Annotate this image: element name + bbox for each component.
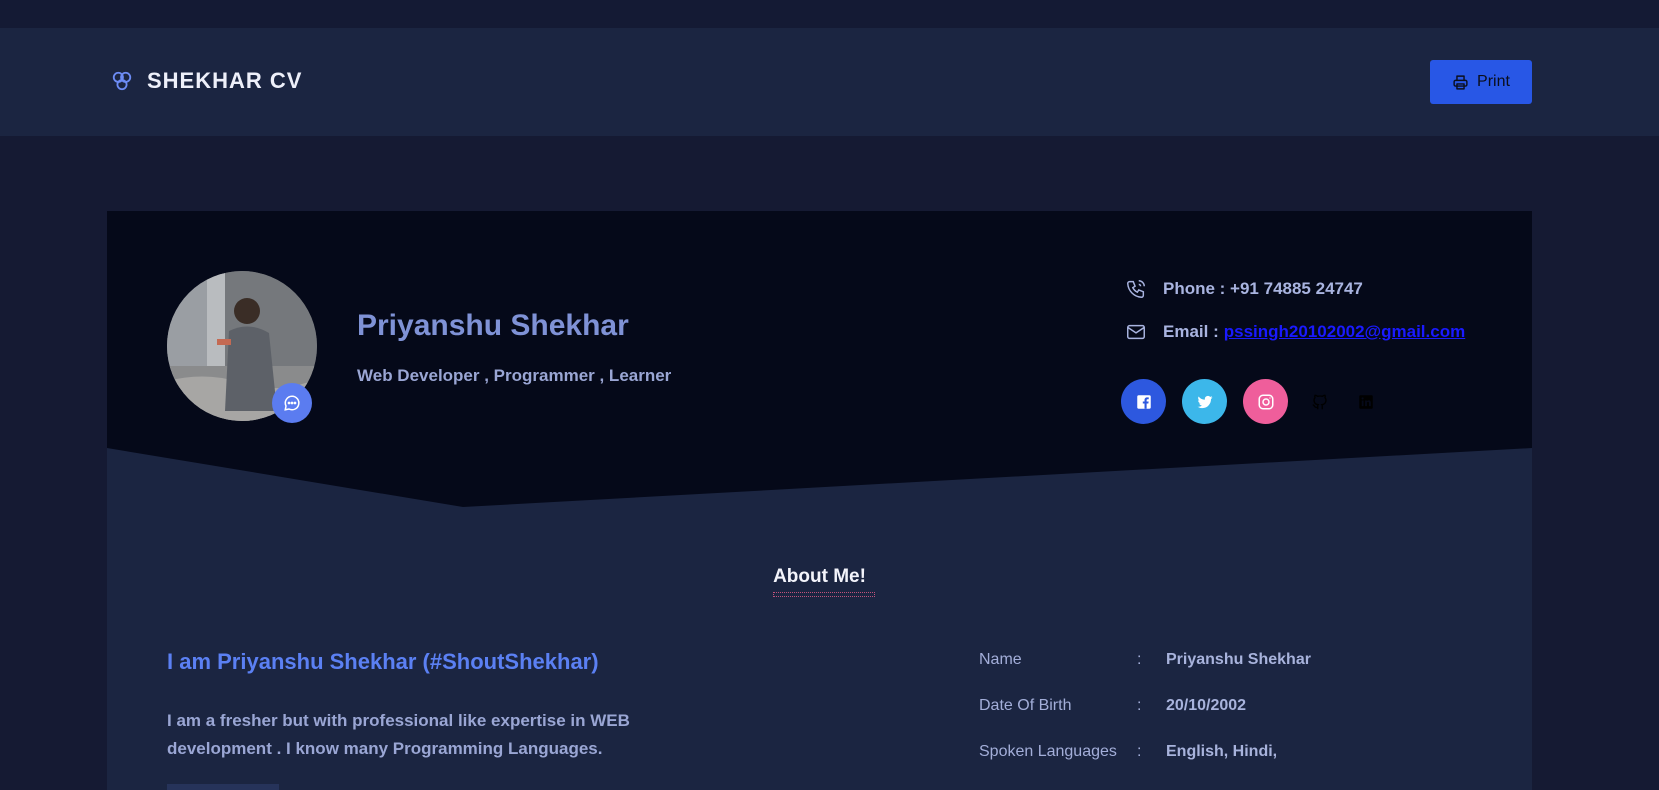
info-key: Date Of Birth xyxy=(979,697,1072,714)
github-link[interactable] xyxy=(1306,388,1334,416)
chat-button[interactable] xyxy=(272,383,312,423)
email-row: Email : pssingh20102002@gmail.com xyxy=(1125,321,1465,343)
linkedin-link[interactable] xyxy=(1352,388,1380,416)
info-value: 20/10/2002 xyxy=(1166,697,1247,714)
title-underline xyxy=(773,592,875,597)
hero-background xyxy=(107,211,1532,507)
info-row-name: Name : Priyanshu Shekhar xyxy=(979,651,1311,669)
top-strip xyxy=(0,0,1659,28)
profile-picture xyxy=(167,271,317,423)
github-icon xyxy=(1312,394,1327,409)
phone-icon xyxy=(1127,280,1145,298)
phone-text: Phone : +91 74885 24747 xyxy=(1163,279,1363,298)
print-label: Print xyxy=(1477,73,1510,90)
read-more-button[interactable] xyxy=(167,784,279,790)
print-button[interactable]: Print xyxy=(1430,60,1532,104)
intro-text: I am a fresher but with professional lik… xyxy=(167,711,630,758)
email-label: Email : xyxy=(1163,322,1219,341)
info-row-dob: Date Of Birth : 20/10/2002 xyxy=(979,697,1246,715)
email-link[interactable]: pssingh20102002@gmail.com xyxy=(1224,322,1465,342)
chat-icon xyxy=(284,395,300,411)
intro-title: I am Priyanshu Shekhar (#ShoutShekhar) xyxy=(167,649,599,674)
brand-name: SHEKHAR CV xyxy=(147,68,303,93)
instagram-link[interactable] xyxy=(1243,379,1288,424)
info-separator: : xyxy=(1137,743,1142,760)
navbar: SHEKHAR CV Print xyxy=(0,28,1659,136)
info-row-languages: Spoken Languages : English, Hindi, xyxy=(979,743,1277,761)
about-section-title: About Me! xyxy=(773,566,866,587)
mail-icon xyxy=(1127,324,1145,340)
hero-role: Web Developer , Programmer , Learner xyxy=(357,366,672,385)
social-links xyxy=(1121,379,1396,424)
info-separator: : xyxy=(1137,651,1142,668)
hero-name: Priyanshu Shekhar xyxy=(357,309,629,342)
twitter-link[interactable] xyxy=(1182,379,1227,424)
info-key: Name xyxy=(979,651,1022,668)
instagram-icon xyxy=(1258,394,1273,409)
info-separator: : xyxy=(1137,697,1142,714)
phone-row: Phone : +91 74885 24747 xyxy=(1125,278,1363,300)
info-value: English, Hindi, xyxy=(1166,743,1278,760)
twitter-icon xyxy=(1197,395,1212,408)
brand[interactable]: SHEKHAR CV xyxy=(111,68,302,94)
logo-icon xyxy=(112,71,132,91)
facebook-link[interactable] xyxy=(1121,379,1166,424)
info-key: Spoken Languages xyxy=(979,743,1117,760)
linkedin-icon xyxy=(1359,394,1373,409)
printer-icon xyxy=(1453,74,1468,90)
facebook-icon xyxy=(1136,394,1151,409)
cv-card: Priyanshu Shekhar Web Developer , Progra… xyxy=(107,211,1532,790)
info-value: Priyanshu Shekhar xyxy=(1166,651,1311,668)
